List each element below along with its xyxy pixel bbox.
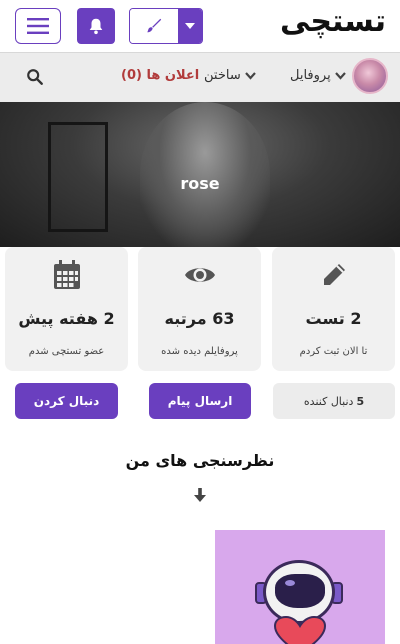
brush-icon xyxy=(147,18,162,33)
poll-card[interactable] xyxy=(215,530,385,644)
stat-caption: عضو تستچی شدم xyxy=(28,346,105,357)
caret-down-icon xyxy=(185,23,195,29)
chevron-down-icon xyxy=(334,71,346,80)
notifications-button[interactable] xyxy=(77,8,115,44)
stat-caption: پروفایلم دیده شده xyxy=(161,346,238,357)
search-icon[interactable] xyxy=(26,68,44,86)
create-dropdown[interactable] xyxy=(129,8,203,44)
hamburger-icon xyxy=(27,18,49,34)
bell-icon xyxy=(89,18,103,35)
avatar[interactable] xyxy=(352,58,388,94)
site-logo[interactable]: تستچی xyxy=(280,4,386,39)
nav-profile[interactable]: پروفایل xyxy=(290,68,346,83)
nav-announcements[interactable]: اعلان ها (0) xyxy=(121,68,199,83)
stat-card-views: 63 مرتبه پروفایلم دیده شده xyxy=(138,247,261,371)
calendar-icon xyxy=(5,259,128,291)
arrow-down-icon xyxy=(194,488,206,502)
eye-icon xyxy=(138,259,261,291)
astronaut-visor xyxy=(275,574,325,608)
top-header: تستچی xyxy=(0,0,400,52)
followers-label: دنبال کننده xyxy=(303,394,354,408)
stat-value: 2 تست xyxy=(305,309,362,328)
stat-value: 2 هفته پیش xyxy=(18,309,115,328)
section-title: نظرسنجی های من xyxy=(125,451,275,470)
astronaut-visor-shine xyxy=(285,580,295,586)
heart-icon xyxy=(273,616,327,644)
nav-create[interactable]: ساختن xyxy=(204,68,256,83)
nav-announcements-label: اعلان ها (0) xyxy=(121,68,200,83)
stat-caption: تا الان ثبت کردم xyxy=(299,346,368,357)
followers-button[interactable]: 5 دنبال کننده xyxy=(273,383,395,419)
follow-button[interactable]: دنبال کردن xyxy=(15,383,118,419)
menu-button[interactable] xyxy=(15,8,61,44)
nav-profile-label: پروفایل xyxy=(290,68,331,83)
send-message-button[interactable]: ارسال پیام xyxy=(149,383,251,419)
pencil-icon xyxy=(272,259,395,291)
create-button[interactable] xyxy=(130,9,178,43)
stat-card-joined: 2 هفته پیش عضو تستچی شدم xyxy=(5,247,128,371)
nav-create-label: ساختن xyxy=(204,68,241,83)
followers-count: 5 xyxy=(356,394,365,408)
create-dropdown-toggle[interactable] xyxy=(178,9,202,43)
chevron-down-icon xyxy=(244,71,256,80)
nav-bar: اعلان ها (0) ساختن پروفایل xyxy=(0,52,400,102)
stat-value: 63 مرتبه xyxy=(164,309,235,328)
profile-banner: rose xyxy=(0,102,400,247)
profile-username: rose xyxy=(180,174,220,193)
stat-card-tests: 2 تست تا الان ثبت کردم xyxy=(272,247,395,371)
